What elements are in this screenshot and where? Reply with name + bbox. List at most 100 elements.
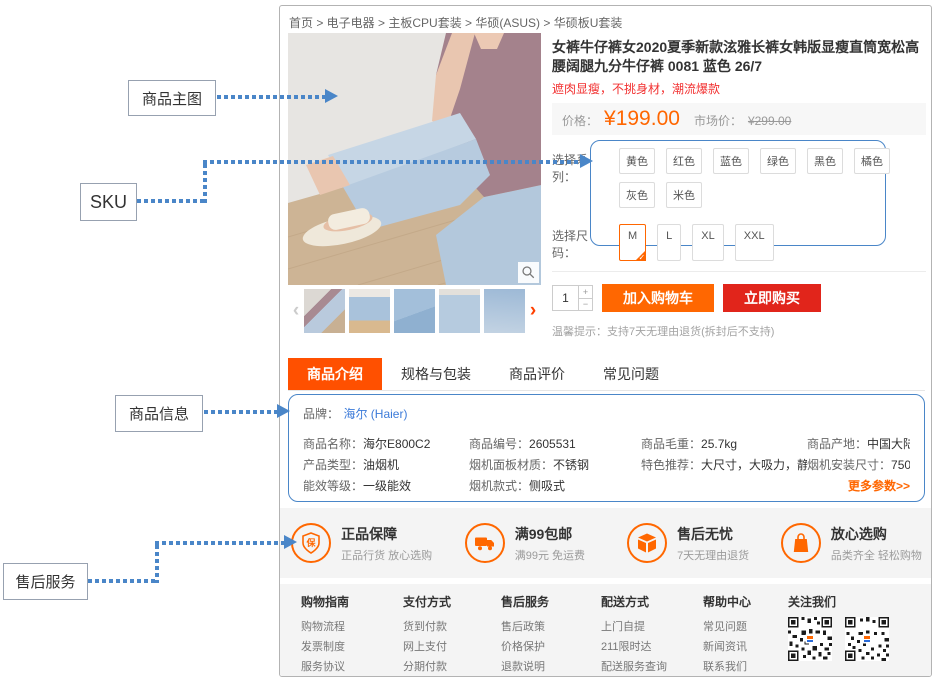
product-gallery: ‹ › [288, 33, 541, 333]
series-option[interactable]: 红色 [666, 148, 702, 174]
arrow-right-icon [284, 535, 297, 549]
footer-column: 售后服务 售后政策 价格保护 退款说明 返修/退换货 取消订单 [501, 593, 601, 677]
footer-link[interactable]: 网上支付 [403, 637, 501, 657]
callout-after-sale-line-c [155, 541, 285, 545]
footer-link[interactable]: 联系我们 [703, 657, 788, 677]
arrow-right-icon [580, 154, 593, 168]
thumbs-prev-icon[interactable]: ‹ [288, 289, 304, 333]
market-price-value: ¥299.00 [748, 114, 791, 128]
selling-point: 遮肉显瘦，不挑身材，潮流爆款 [552, 80, 926, 97]
thumbnail-3[interactable] [394, 289, 435, 333]
size-option[interactable]: XXL [735, 224, 774, 261]
thumbnail-1[interactable] [304, 289, 345, 333]
footer-link[interactable]: 货到付款 [403, 617, 501, 637]
site-footer: 购物指南 购物流程 发票制度 服务协议 会员优惠 支付方式 货到付款 网上支付 … [280, 581, 932, 677]
series-options: 黄色 红色 蓝色 绿色 黑色 橘色 灰色 米色 [607, 139, 893, 208]
quantity-stepper: 1 + − [552, 285, 593, 311]
qr-code [788, 617, 832, 661]
series-option[interactable]: 蓝色 [713, 148, 749, 174]
footer-link[interactable]: 售后政策 [501, 617, 601, 637]
tab-product-intro[interactable]: 商品介绍 [288, 358, 382, 390]
add-to-cart-button[interactable]: 加入购物车 [602, 284, 714, 312]
footer-link[interactable]: 购物流程 [301, 617, 403, 637]
detail-tabs: 商品介绍 规格与包装 商品评价 常见问题 [288, 358, 925, 391]
service-desc: 品类齐全 轻松购物 [831, 547, 922, 563]
callout-after-sale-label: 售后服务 [15, 571, 75, 592]
price-label: 价格： [562, 112, 598, 129]
service-bar: 保 正品保障 正品行货 放心选购 满99包邮 [280, 508, 932, 578]
callout-after-sale-line-b [155, 545, 159, 583]
service-desc: 满99元 免运费 [515, 547, 585, 563]
quantity-input[interactable]: 1 [553, 286, 578, 310]
service-item: 售后无忧 7天无理由退货 [607, 523, 770, 563]
series-option[interactable]: 黄色 [619, 148, 655, 174]
price-bar: 价格： ¥199.00 市场价： ¥299.00 [552, 103, 926, 135]
size-option[interactable]: XL [692, 224, 723, 261]
purchase-row: 1 + − 加入购物车 立即购买 [552, 271, 926, 312]
product-page-panel: 首页 > 电子电器 > 主板CPU套装 > 华硕(ASUS) > 华硕板U套装 [279, 5, 932, 677]
footer-link[interactable]: 服务协议 [301, 657, 403, 677]
footer-column: 支付方式 货到付款 网上支付 分期付款 银行转帐 [403, 593, 501, 677]
callout-product-info-line [204, 410, 278, 414]
footer-link[interactable]: 发票制度 [301, 637, 403, 657]
magnifier-icon [521, 265, 536, 280]
tab-reviews[interactable]: 商品评价 [490, 358, 584, 390]
product-title: 女裤牛仔裤女2020夏季新款泫雅长裤女韩版显瘦直筒宽松高腰阔腿九分牛仔裤 008… [552, 38, 926, 76]
callout-product-info-label: 商品信息 [129, 403, 189, 424]
purchase-tip: 温馨提示：支持7天无理由退货(拆封后不支持) [552, 323, 926, 339]
quantity-plus-icon[interactable]: + [579, 286, 592, 299]
size-option[interactable]: L [657, 224, 681, 261]
footer-column: 配送方式 上门自提 211限时达 配送服务查询 配送费收取标准 海外配送 [601, 593, 703, 677]
callout-sku-line-b [203, 164, 207, 203]
footer-link[interactable]: 新闻资讯 [703, 637, 788, 657]
more-params-link[interactable]: 更多参数>> [848, 477, 910, 494]
callout-product-info: 商品信息 [115, 395, 203, 432]
footer-column-follow: 关注我们 [788, 593, 889, 677]
thumbnail-2[interactable] [349, 289, 390, 333]
model-photo-illustration [288, 33, 541, 285]
thumbnail-4[interactable] [439, 289, 480, 333]
truck-icon [465, 523, 505, 563]
footer-link[interactable]: 分期付款 [403, 657, 501, 677]
series-option[interactable]: 米色 [666, 182, 702, 208]
spec-grid: 商品名称：海尔E800C2 商品编号：2605531 商品毛重：25.7kg 商… [303, 434, 910, 497]
tab-faq[interactable]: 常见问题 [584, 358, 678, 390]
quantity-minus-icon[interactable]: − [579, 299, 592, 311]
product-summary: 女裤牛仔裤女2020夏季新款泫雅长裤女韩版显瘦直筒宽松高腰阔腿九分牛仔裤 008… [552, 38, 926, 339]
series-option[interactable]: 黑色 [807, 148, 843, 174]
zoom-image-button[interactable] [518, 262, 539, 283]
footer-link[interactable]: 211限时达 [601, 637, 703, 657]
series-option[interactable]: 橘色 [854, 148, 890, 174]
tab-spec-package[interactable]: 规格与包装 [382, 358, 490, 390]
product-main-image[interactable] [288, 33, 541, 285]
annotated-product-page: 商品主图 SKU 商品信息 售后服务 首页 > 电子电器 > 主板CPU套装 >… [0, 0, 940, 684]
footer-link[interactable]: 价格保护 [501, 637, 601, 657]
brand-label: 品牌： [303, 407, 339, 421]
product-info-box: 品牌： 海尔 (Haier) 商品名称：海尔E800C2 商品编号：260553… [288, 394, 925, 502]
callout-after-sale-line-a [88, 579, 158, 583]
buy-now-button[interactable]: 立即购买 [723, 284, 821, 312]
callout-sku: SKU [80, 183, 137, 221]
footer-link[interactable]: 常见问题 [703, 617, 788, 637]
service-item: 保 正品保障 正品行货 放心选购 [280, 523, 443, 563]
series-option[interactable]: 绿色 [760, 148, 796, 174]
service-title: 正品保障 [341, 524, 432, 544]
shield-icon: 保 [291, 523, 331, 563]
qr-code [845, 617, 889, 661]
series-option[interactable]: 灰色 [619, 182, 655, 208]
footer-link[interactable]: 配送服务查询 [601, 657, 703, 677]
svg-text:保: 保 [306, 537, 317, 548]
brand-link[interactable]: 海尔 (Haier) [343, 407, 407, 421]
breadcrumb[interactable]: 首页 > 电子电器 > 主板CPU套装 > 华硕(ASUS) > 华硕板U套装 [289, 14, 622, 31]
size-options: M ✓ L XL XXL [607, 215, 893, 261]
bag-icon [781, 523, 821, 563]
size-option-selected[interactable]: M ✓ [619, 224, 646, 261]
market-price-label: 市场价： [694, 112, 742, 129]
callout-main-image: 商品主图 [128, 80, 216, 116]
footer-link[interactable]: 上门自提 [601, 617, 703, 637]
thumbs-next-icon[interactable]: › [525, 289, 541, 333]
thumbnail-5[interactable] [484, 289, 525, 333]
service-title: 售后无忧 [677, 524, 749, 544]
footer-link[interactable]: 退款说明 [501, 657, 601, 677]
callout-sku-label: SKU [90, 192, 127, 213]
